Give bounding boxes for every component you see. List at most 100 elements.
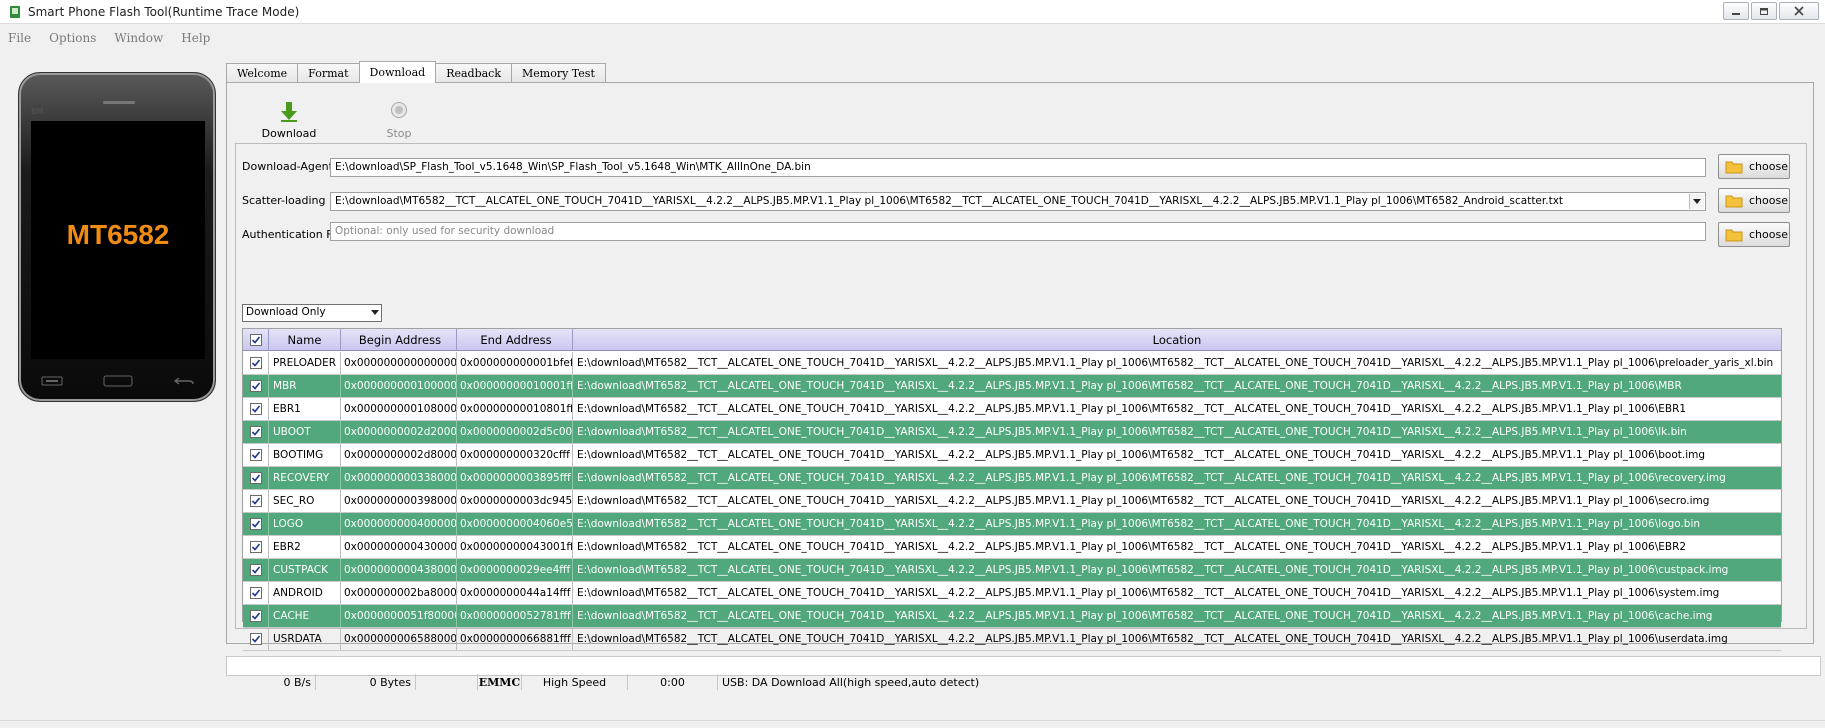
table-row[interactable]: USRDATA 0x0000000065880000 0x0000000066881… [243, 628, 1781, 651]
cell-name: USRDATA [269, 628, 341, 650]
table-row[interactable]: RECOVERY 0x0000000003380000 0x000000000389… [243, 467, 1781, 490]
cell-location[interactable]: E:\download\MT6582__TCT__ALCATEL_ONE_TOU… [573, 559, 1781, 581]
cell-begin-address: 0x0000000051f80000 [341, 605, 457, 627]
table-row[interactable]: PRELOADER 0x0000000000000000 0x00000000000… [243, 352, 1781, 375]
cell-location[interactable]: E:\download\MT6582__TCT__ALCATEL_ONE_TOU… [573, 467, 1781, 489]
phone-speaker [103, 101, 135, 104]
download-button[interactable]: Download [261, 99, 317, 140]
row-checkbox[interactable] [243, 467, 269, 489]
row-checkbox[interactable] [243, 536, 269, 558]
row-checkbox[interactable] [243, 513, 269, 535]
choose-label: choose [1749, 228, 1788, 241]
menu-key-icon [41, 376, 63, 386]
scatter-file-value: E:\download\MT6582__TCT__ALCATEL_ONE_TOU… [335, 195, 1564, 207]
menu-file[interactable]: File [8, 31, 31, 45]
cell-location[interactable]: E:\download\MT6582__TCT__ALCATEL_ONE_TOU… [573, 513, 1781, 535]
header-name[interactable]: Name [269, 329, 341, 351]
cell-begin-address: 0x0000000065880000 [341, 628, 457, 650]
table-row[interactable]: CACHE 0x0000000051f80000 0x0000000052781ff… [243, 605, 1781, 628]
cell-end-address: 0x00000000010801ff [457, 398, 573, 420]
cell-location[interactable]: E:\download\MT6582__TCT__ALCATEL_ONE_TOU… [573, 582, 1781, 604]
table-row[interactable]: EBR2 0x0000000004300000 0x00000000043001ff… [243, 536, 1781, 559]
menu-help[interactable]: Help [181, 31, 210, 45]
minimize-icon[interactable] [1723, 2, 1749, 20]
cell-name: LOGO [269, 513, 341, 535]
auth-file-choose-button[interactable]: choose [1718, 222, 1790, 247]
close-icon[interactable] [1779, 2, 1819, 20]
choose-label: choose [1749, 160, 1788, 173]
scatter-file-choose-button[interactable]: choose [1718, 188, 1790, 213]
tab-memory-test[interactable]: Memory Test [511, 63, 606, 83]
table-row[interactable]: LOGO 0x0000000004000000 0x0000000004060e53… [243, 513, 1781, 536]
back-key-icon [173, 377, 194, 385]
phone-screen: MT6582 [31, 121, 205, 359]
phone-keys [41, 371, 195, 391]
cell-location[interactable]: E:\download\MT6582__TCT__ALCATEL_ONE_TOU… [573, 444, 1781, 466]
cell-name: EBR1 [269, 398, 341, 420]
cell-end-address: 0x0000000002d5c003 [457, 421, 573, 443]
cell-end-address: 0x00000000010001ff [457, 375, 573, 397]
header-begin-address[interactable]: Begin Address [341, 329, 457, 351]
chevron-down-icon[interactable] [371, 307, 379, 319]
cell-name: SEC_RO [269, 490, 341, 512]
tab-download[interactable]: Download [358, 61, 437, 83]
table-row[interactable]: EBR1 0x0000000001080000 0x00000000010801ff… [243, 398, 1781, 421]
auth-file-field[interactable]: Optional: only used for security downloa… [330, 222, 1706, 241]
tab-readback[interactable]: Readback [435, 63, 513, 83]
download-agent-field[interactable]: E:\download\SP_Flash_Tool_v5.1648_Win\SP… [330, 158, 1706, 177]
cell-location[interactable]: E:\download\MT6582__TCT__ALCATEL_ONE_TOU… [573, 605, 1781, 627]
status-storage: EMMC [478, 674, 522, 690]
row-checkbox[interactable] [243, 605, 269, 627]
row-checkbox[interactable] [243, 352, 269, 374]
table-row[interactable]: MBR 0x0000000001000000 0x00000000010001ff E… [243, 375, 1781, 398]
row-checkbox[interactable] [243, 582, 269, 604]
row-checkbox[interactable] [243, 398, 269, 420]
cell-location[interactable]: E:\download\MT6582__TCT__ALCATEL_ONE_TOU… [573, 352, 1781, 374]
cell-location[interactable]: E:\download\MT6582__TCT__ALCATEL_ONE_TOU… [573, 421, 1781, 443]
stop-icon [391, 102, 407, 118]
header-end-address[interactable]: End Address [457, 329, 573, 351]
tab-welcome[interactable]: Welcome [226, 63, 299, 83]
partition-table: Name Begin Address End Address Location … [242, 328, 1782, 651]
status-bytes: 0 Bytes [316, 674, 416, 690]
cell-location[interactable]: E:\download\MT6582__TCT__ALCATEL_ONE_TOU… [573, 628, 1781, 650]
row-checkbox[interactable] [243, 490, 269, 512]
table-row[interactable]: CUSTPACK 0x0000000004380000 0x0000000029ee… [243, 559, 1781, 582]
cell-location[interactable]: E:\download\MT6582__TCT__ALCATEL_ONE_TOU… [573, 375, 1781, 397]
row-checkbox[interactable] [243, 559, 269, 581]
download-mode-value: Download Only [246, 306, 326, 318]
cell-name: RECOVERY [269, 467, 341, 489]
cell-location[interactable]: E:\download\MT6582__TCT__ALCATEL_ONE_TOU… [573, 490, 1781, 512]
menu-options[interactable]: Options [49, 31, 96, 45]
row-checkbox[interactable] [243, 421, 269, 443]
scatter-file-combo[interactable]: E:\download\MT6582__TCT__ALCATEL_ONE_TOU… [330, 192, 1706, 211]
download-mode-select[interactable]: Download Only [242, 304, 382, 322]
table-row[interactable]: SEC_RO 0x0000000003980000 0x0000000003dc94… [243, 490, 1781, 513]
cell-end-address: 0x0000000044a14fff [457, 582, 573, 604]
folder-icon [1725, 161, 1743, 173]
tab-format[interactable]: Format [297, 63, 360, 83]
select-all-checkbox[interactable] [243, 329, 269, 351]
home-key-icon [103, 375, 133, 387]
stop-button[interactable]: Stop [371, 99, 427, 140]
cell-location[interactable]: E:\download\MT6582__TCT__ALCATEL_ONE_TOU… [573, 398, 1781, 420]
table-row[interactable]: ANDROID 0x000000002ba80000 0x0000000044a14… [243, 582, 1781, 605]
cell-location[interactable]: E:\download\MT6582__TCT__ALCATEL_ONE_TOU… [573, 536, 1781, 558]
menu-window[interactable]: Window [114, 31, 163, 45]
download-agent-choose-button[interactable]: choose [1718, 154, 1790, 179]
cell-begin-address: 0x0000000002d20000 [341, 421, 457, 443]
row-checkbox[interactable] [243, 444, 269, 466]
row-checkbox[interactable] [243, 375, 269, 397]
cell-begin-address: 0x0000000004000000 [341, 513, 457, 535]
cell-end-address: 0x0000000052781fff [457, 605, 573, 627]
restore-icon[interactable] [1751, 2, 1777, 20]
chip-label: MT6582 [66, 219, 170, 250]
phone-illustration: BM MT6582 [18, 72, 216, 402]
chevron-down-icon[interactable] [1689, 194, 1704, 209]
folder-icon [1725, 229, 1743, 241]
status-spacer [416, 674, 478, 690]
header-location[interactable]: Location [573, 329, 1781, 351]
table-row[interactable]: BOOTIMG 0x0000000002d80000 0x000000000320c… [243, 444, 1781, 467]
row-checkbox[interactable] [243, 628, 269, 650]
table-row[interactable]: UBOOT 0x0000000002d20000 0x0000000002d5c00… [243, 421, 1781, 444]
